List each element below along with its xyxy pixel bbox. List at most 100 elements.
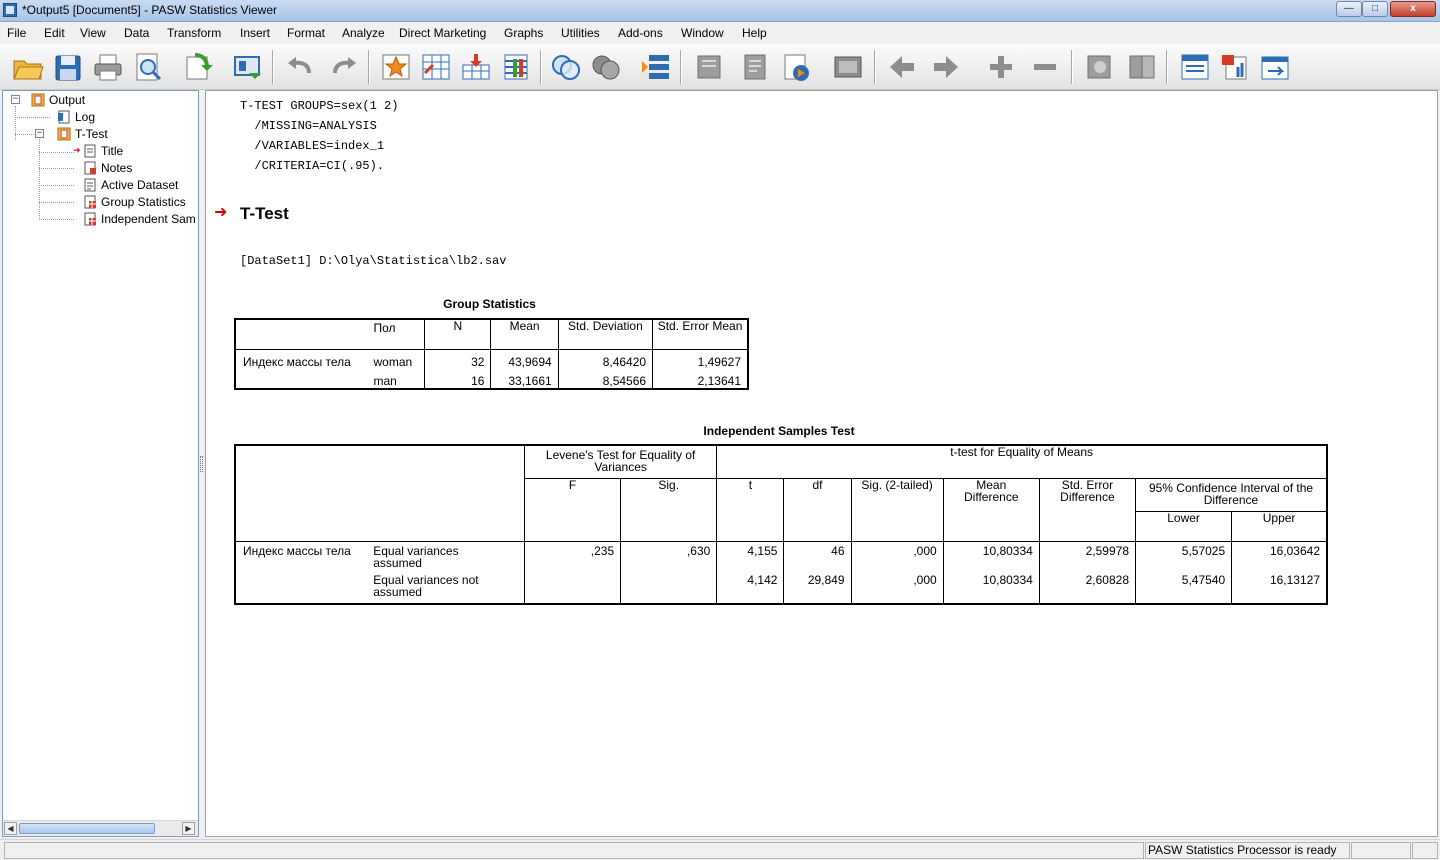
current-item-arrow-icon: ➔ xyxy=(73,145,81,155)
outline-pane[interactable]: − − Output Log T-Test ➔ Title Notes Acti… xyxy=(2,90,199,837)
redo-icon[interactable] xyxy=(327,51,361,83)
menu-help[interactable]: Help xyxy=(742,26,767,40)
menu-analyze[interactable]: Analyze xyxy=(342,26,385,40)
close-button[interactable]: x xyxy=(1390,1,1436,17)
scrollbar-thumb[interactable] xyxy=(19,823,155,834)
print-icon[interactable] xyxy=(91,51,125,83)
independent-samples-table[interactable]: Levene's Test for Equality of Variances … xyxy=(234,444,1328,605)
column-header: F xyxy=(523,478,621,541)
goto-data-icon[interactable] xyxy=(379,51,413,83)
output-content-pane[interactable]: T-TEST GROUPS=sex(1 2) /MISSING=ANALYSIS… xyxy=(205,90,1438,837)
row-header: Индекс массы тела xyxy=(235,540,367,574)
collapse-icon[interactable] xyxy=(929,51,963,83)
insert-title-icon[interactable] xyxy=(1125,51,1159,83)
scroll-left-icon[interactable]: ◀ xyxy=(4,822,17,835)
table-cell: ,235 xyxy=(523,540,621,574)
menu-add-ons[interactable]: Add-ons xyxy=(618,26,663,40)
goto-variable-icon[interactable] xyxy=(459,51,493,83)
menu-utilities[interactable]: Utilities xyxy=(561,26,600,40)
menu-insert[interactable]: Insert xyxy=(240,26,270,40)
goto-case-icon[interactable] xyxy=(419,51,453,83)
row-header: Equal variances assumed xyxy=(366,540,525,574)
menu-transform[interactable]: Transform xyxy=(167,26,221,40)
splitter-grip-icon[interactable] xyxy=(200,456,203,472)
table-cell: 33,1661 xyxy=(490,369,559,389)
ci-header: 95% Confidence Interval of the Differenc… xyxy=(1135,478,1327,512)
table-cell: 10,80334 xyxy=(942,540,1040,574)
table-cell: 8,54566 xyxy=(557,369,653,389)
table-row: Индекс массы тела Equal variances assume… xyxy=(235,540,1327,574)
variables-icon[interactable] xyxy=(499,51,533,83)
table-icon xyxy=(83,212,97,226)
save-icon[interactable] xyxy=(51,51,85,83)
expand-icon[interactable] xyxy=(885,51,919,83)
log-icon xyxy=(57,110,71,124)
minimize-button[interactable]: — xyxy=(1336,1,1362,17)
toolbar-separator xyxy=(1166,50,1168,84)
toolbar-separator xyxy=(680,50,682,84)
menu-format[interactable]: Format xyxy=(287,26,325,40)
column-header: Sig. xyxy=(620,478,717,541)
hide-icon[interactable] xyxy=(1028,51,1062,83)
split-file-icon[interactable] xyxy=(549,51,583,83)
insert-heading-icon[interactable] xyxy=(1083,51,1117,83)
levene-header: Levene's Test for Equality of Variances xyxy=(523,445,717,479)
custom-dialog-icon[interactable] xyxy=(692,51,726,83)
scroll-right-icon[interactable]: ▶ xyxy=(182,822,195,835)
notes-icon xyxy=(83,161,97,175)
section-title[interactable]: T-Test xyxy=(240,204,289,224)
demote-icon[interactable] xyxy=(831,51,865,83)
menu-graphs[interactable]: Graphs xyxy=(504,26,543,40)
menu-view[interactable]: View xyxy=(80,26,106,40)
table-cell: 4,155 xyxy=(716,540,784,574)
toolbar-separator xyxy=(1071,50,1073,84)
toolbar-separator xyxy=(874,50,876,84)
outline-horizontal-scrollbar[interactable]: ◀ ▶ xyxy=(3,820,198,836)
menu-edit[interactable]: Edit xyxy=(44,26,65,40)
group-statistics-title: Group Statistics xyxy=(443,297,536,311)
menu-data[interactable]: Data xyxy=(124,26,149,40)
table-cell: 2,59978 xyxy=(1038,540,1136,574)
column-header: Mean Difference xyxy=(942,478,1040,541)
toolbar-separator xyxy=(368,50,370,84)
value-labels-icon[interactable] xyxy=(639,51,673,83)
insert-text-icon[interactable] xyxy=(1178,51,1212,83)
app-icon xyxy=(3,3,17,17)
table-cell: ,630 xyxy=(620,540,717,574)
menu-window[interactable]: Window xyxy=(681,26,724,40)
column-header: Пол xyxy=(366,319,425,350)
column-header: N xyxy=(424,319,491,350)
select-cases-icon[interactable] xyxy=(589,51,623,83)
dataset-path[interactable]: [DataSet1] D:\Olya\Statistica\lb2.sav xyxy=(240,254,506,268)
show-icon[interactable] xyxy=(984,51,1018,83)
maximize-button[interactable]: □ xyxy=(1362,1,1388,17)
active-dataset-icon xyxy=(83,178,97,192)
print-preview-icon[interactable] xyxy=(131,51,165,83)
table-cell: 4,142 xyxy=(716,574,784,604)
group-statistics-table[interactable]: Пол N Mean Std. Deviation Std. Error Mea… xyxy=(234,318,749,390)
insert-object-icon[interactable] xyxy=(1258,51,1292,83)
table-cell xyxy=(523,574,621,604)
collapse-ttest-toggle[interactable]: − xyxy=(35,129,44,138)
export-icon[interactable] xyxy=(181,51,215,83)
column-header: Upper xyxy=(1231,511,1327,541)
menu-direct-marketing[interactable]: Direct Marketing xyxy=(399,26,486,40)
table-cell: 32 xyxy=(424,349,491,369)
collapse-output-toggle[interactable]: − xyxy=(11,95,20,104)
recall-dialog-icon[interactable] xyxy=(231,51,265,83)
procedure-book-icon xyxy=(57,127,71,141)
designate-window-icon[interactable] xyxy=(739,51,773,83)
table-cell: 2,60828 xyxy=(1038,574,1136,604)
open-icon[interactable] xyxy=(11,51,45,83)
toolbar-separator xyxy=(272,50,274,84)
menu-file[interactable]: File xyxy=(7,26,26,40)
promote-icon[interactable] xyxy=(779,51,813,83)
row-header: woman xyxy=(373,354,413,369)
outline-tree: − − Output Log T-Test ➔ Title Notes Acti… xyxy=(11,93,196,226)
undo-icon[interactable] xyxy=(283,51,317,83)
table-cell: 43,9694 xyxy=(490,349,559,369)
row-header: Индекс массы тела xyxy=(243,354,351,369)
column-header: Mean xyxy=(490,319,559,350)
status-text: PASW Statistics Processor is ready xyxy=(1148,843,1337,857)
insert-chart-icon[interactable] xyxy=(1218,51,1252,83)
